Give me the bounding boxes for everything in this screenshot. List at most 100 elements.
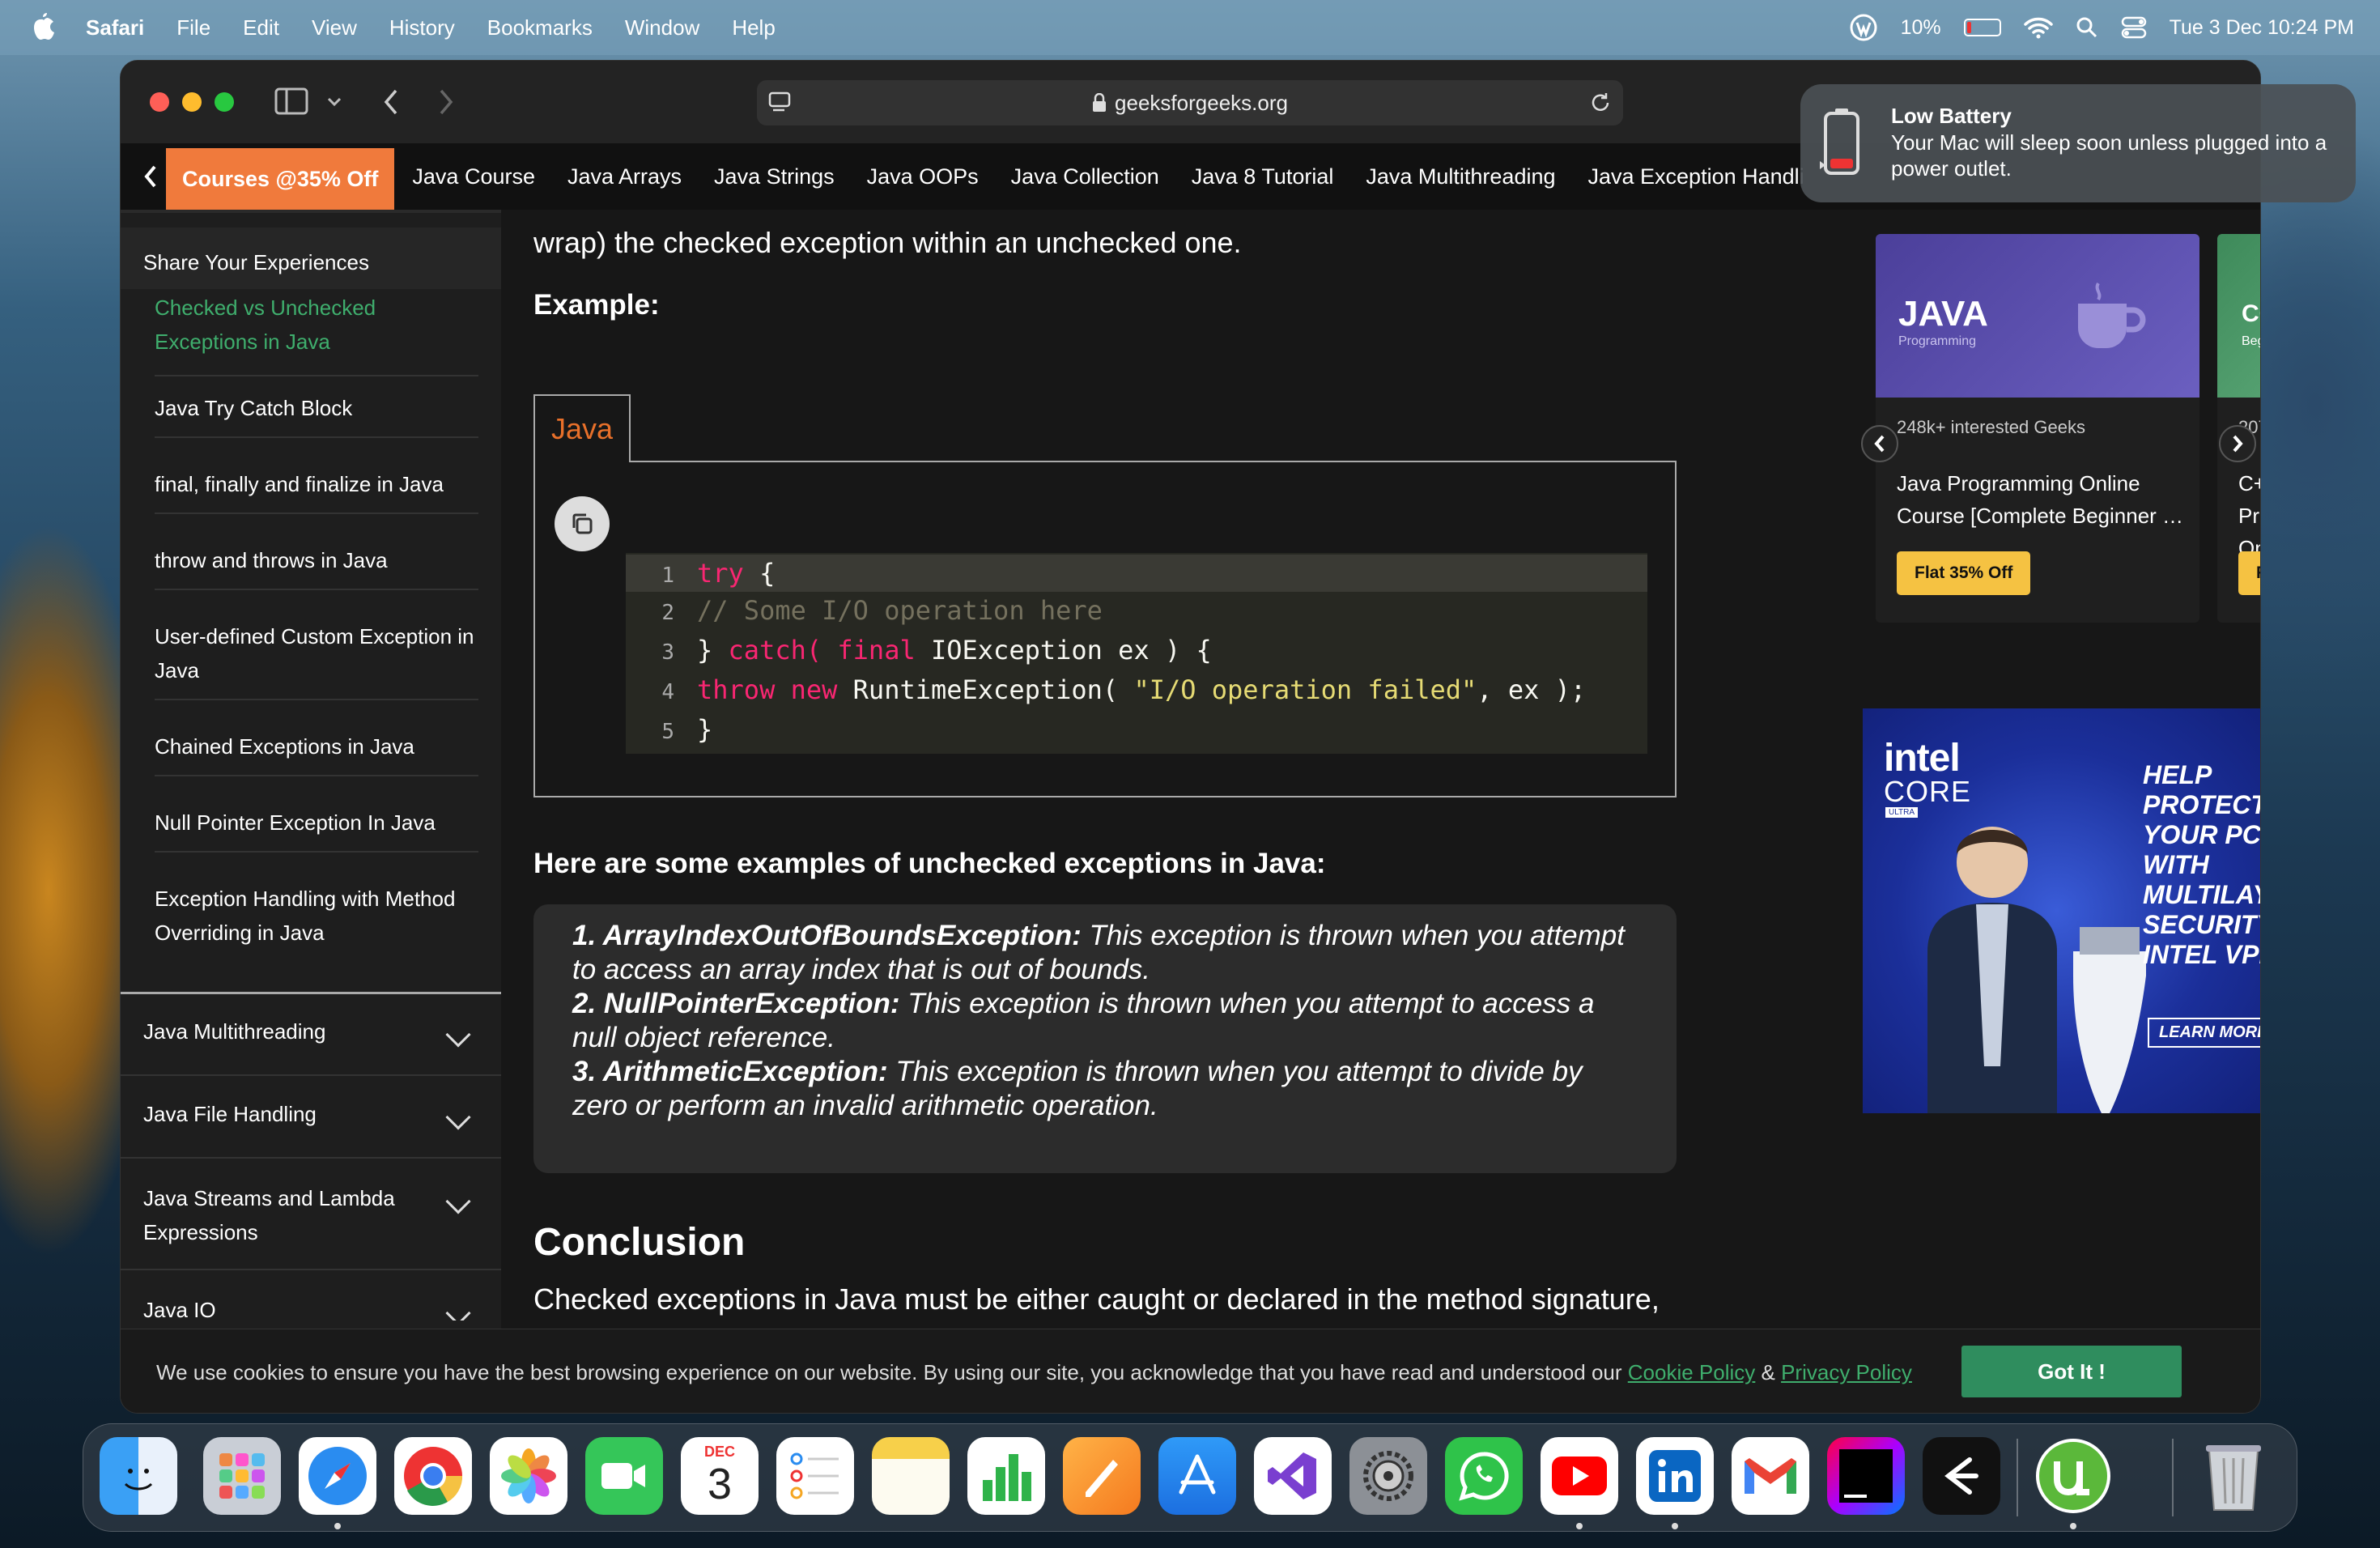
menu-help[interactable]: Help [732,15,775,40]
safari-window: geeksforgeeks.org Courses @35% Off Java … [120,60,2261,1414]
chevron-down-icon[interactable] [445,1022,471,1048]
discount-badge[interactable]: Flat 35% C [2238,551,2260,595]
course-title[interactable]: Java Programming Online Course [Complete… [1897,467,2188,532]
code-line: 1 try { [626,555,1647,592]
sidebar-item-try-catch[interactable]: Java Try Catch Block [155,391,478,438]
calendar-icon[interactable]: DEC 3 [681,1437,759,1515]
copy-code-button[interactable] [555,496,610,551]
carousel-prev-button[interactable] [1861,425,1898,462]
numbers-icon[interactable] [967,1437,1045,1515]
chevron-down-icon[interactable] [445,1300,471,1320]
sidebar-toggle-icon[interactable] [274,87,308,115]
whatsapp-icon[interactable] [1445,1437,1523,1515]
nav-java-strings[interactable]: Java Strings [714,164,835,189]
cookie-policy-link[interactable]: Cookie Policy [1628,1360,1756,1384]
zoom-window-button[interactable] [215,92,234,112]
exception-name: 1. ArrayIndexOutOfBoundsException: [572,920,1082,951]
menu-bookmarks[interactable]: Bookmarks [487,15,593,40]
sidebar-item-chained-exceptions[interactable]: Chained Exceptions in Java [155,729,478,776]
url-text: geeksforgeeks.org [1115,90,1288,115]
carousel-next-button[interactable] [2219,425,2256,462]
nav-java8-tutorial[interactable]: Java 8 Tutorial [1192,164,1334,189]
linkedin-icon[interactable] [1636,1437,1714,1515]
wifi-icon[interactable] [2023,16,2053,39]
sidebar-item-method-overriding[interactable]: Exception Handling with Method Overridin… [155,882,478,961]
pages-icon[interactable] [1063,1437,1141,1515]
reminders-icon[interactable] [776,1437,854,1515]
calendar-month: DEC [703,1444,735,1460]
finder-icon[interactable] [100,1437,177,1515]
launchpad-icon[interactable] [203,1437,281,1515]
low-battery-notification[interactable]: Low Battery Your Mac will sleep soon unl… [1800,84,2356,202]
gmail-icon[interactable] [1732,1437,1809,1515]
nav-java-oops[interactable]: Java OOPs [867,164,979,189]
close-window-button[interactable] [150,92,169,112]
sidebar-item-share-experiences[interactable]: Share Your Experiences [121,228,501,289]
courses-promo-button[interactable]: Courses @35% Off [166,148,395,210]
nav-java-collection[interactable]: Java Collection [1011,164,1159,189]
utorrent-icon[interactable] [2034,1437,2112,1515]
system-settings-icon[interactable] [1349,1437,1427,1515]
privacy-policy-link[interactable]: Privacy Policy [1781,1360,1912,1384]
sidebar-group-streams-lambda[interactable]: Java Streams and Lambda Expressions [121,1160,501,1270]
app-store-icon[interactable] [1158,1437,1236,1515]
sidebar-group-multithreading[interactable]: Java Multithreading [121,995,501,1076]
menu-file[interactable]: File [176,15,210,40]
nav-java-course[interactable]: Java Course [412,164,535,189]
menu-edit[interactable]: Edit [243,15,279,40]
nav-java-exception-handling[interactable]: Java Exception Handli [1588,164,1804,189]
menu-history[interactable]: History [389,15,455,40]
course-logo-text: JAVA [1898,294,1988,334]
sublime-icon[interactable] [1923,1437,2000,1515]
trash-icon[interactable] [2195,1437,2272,1515]
chevron-left-icon[interactable] [143,164,158,189]
sidebar-item-active[interactable]: Checked vs Unchecked Exceptions in Java [155,291,478,370]
vpn-icon[interactable] [1849,13,1878,42]
control-center-icon[interactable] [2121,16,2147,39]
chevron-down-icon[interactable] [445,1104,471,1130]
chrome-icon[interactable] [394,1437,472,1515]
sidebar-item-final-finally[interactable]: final, finally and finalize in Java [155,467,478,514]
accept-cookies-button[interactable]: Got It ! [1961,1346,2182,1397]
menubar-clock[interactable]: Tue 3 Dec 10:24 PM [2170,16,2354,40]
sidebar-item-custom-exception[interactable]: User-defined Custom Exception in Java [155,619,478,700]
exception-name: 2. NullPointerException: [572,988,900,1019]
photos-icon[interactable] [490,1437,567,1515]
safari-icon[interactable] [299,1437,376,1515]
course-logo-text: C++ [2242,300,2260,327]
course-card-java[interactable]: JAVA Programming 248k+ interested Geeks … [1876,234,2199,623]
code-tab-java[interactable]: Java [533,394,631,462]
menu-window[interactable]: Window [625,15,699,40]
chevron-down-icon[interactable] [445,1189,471,1214]
chevron-down-icon[interactable] [326,96,342,108]
nav-java-multithreading[interactable]: Java Multithreading [1366,164,1555,189]
reload-icon[interactable] [1589,91,1612,114]
group-label: Java File Handling [143,1102,317,1126]
learn-more-button[interactable]: LEARN MORE [2148,1018,2260,1048]
course-interest: 248k+ interested Geeks [1897,417,2085,437]
apple-menu-icon[interactable] [29,11,57,44]
app-menu-safari[interactable]: Safari [86,15,144,40]
notes-icon[interactable] [872,1437,950,1515]
menu-view[interactable]: View [312,15,357,40]
back-arrow-icon[interactable] [383,88,399,116]
nav-java-arrays[interactable]: Java Arrays [567,164,682,189]
discount-badge[interactable]: Flat 35% Off [1897,551,2031,595]
sidebar-group-java-io[interactable]: Java IO [121,1272,501,1320]
spotlight-search-icon[interactable] [2076,16,2098,39]
address-bar[interactable]: geeksforgeeks.org [757,80,1623,125]
intellij-icon[interactable] [1827,1437,1905,1515]
facetime-icon[interactable] [585,1437,663,1515]
intel-ad-banner[interactable]: ⓘ ✕ intel CORE ULTRA HELP PROTECT YOUR P… [1863,708,2260,1113]
battery-icon[interactable] [1963,19,2001,36]
visual-studio-icon[interactable] [1254,1437,1332,1515]
forward-arrow-icon[interactable] [438,88,454,116]
sidebar-item-null-pointer[interactable]: Null Pointer Exception In Java [155,806,478,853]
sidebar-group-file-handling[interactable]: Java File Handling [121,1078,501,1159]
chevron-left-icon [1874,435,1885,453]
youtube-icon[interactable] [1541,1437,1618,1515]
page-menu-icon[interactable] [768,91,793,114]
code-line: 5} [626,711,1647,751]
sidebar-item-throw-throws[interactable]: throw and throws in Java [155,543,478,590]
minimize-window-button[interactable] [182,92,202,112]
